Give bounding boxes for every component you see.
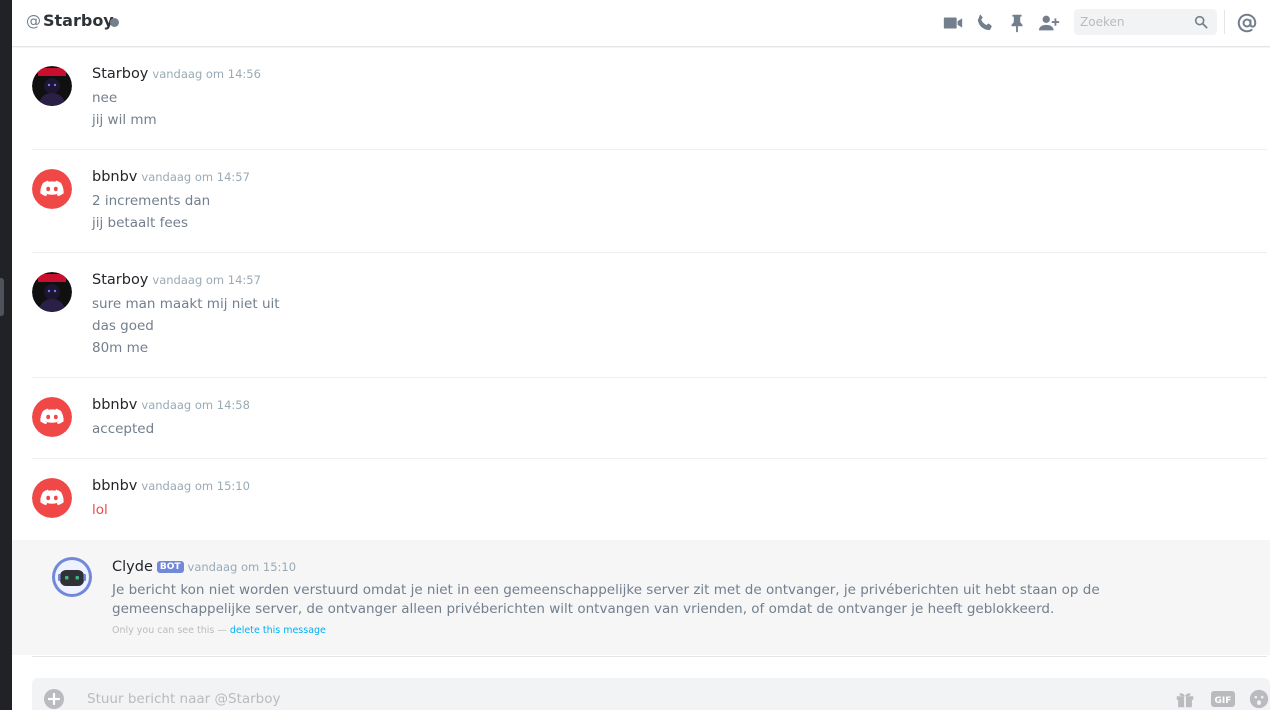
message-timestamp: vandaag om 14:58: [141, 398, 250, 412]
message-text: jij betaalt fees: [92, 215, 188, 231]
avatar-bbnbv[interactable]: [32, 397, 72, 437]
clyde-system-message: Clyde BOT vandaag om 15:10 Je bericht kon …: [12, 540, 1270, 655]
clyde-avatar[interactable]: [52, 557, 92, 597]
at-icon: @: [26, 12, 41, 30]
gif-label: GIF: [1215, 696, 1232, 706]
pinned-messages-icon[interactable]: [1006, 12, 1028, 34]
ephemeral-note: Only you can see this — delete this mess…: [112, 625, 326, 636]
upload-plus-icon[interactable]: [44, 689, 64, 709]
delete-message-link[interactable]: delete this message: [230, 625, 326, 636]
message-author[interactable]: bbnbv vandaag om 15:10: [92, 478, 250, 494]
message-author[interactable]: bbnbv vandaag om 14:58: [92, 397, 250, 413]
failed-message-text: lol: [92, 502, 108, 518]
message-divider: [32, 458, 1267, 459]
gift-icon[interactable]: [1174, 688, 1196, 710]
message-text: accepted: [92, 421, 155, 437]
message-text: nee: [92, 90, 118, 106]
channel-header: @ Starboy: [12, 0, 1270, 47]
clyde-author[interactable]: Clyde BOT vandaag om 15:10: [112, 559, 296, 575]
add-friend-icon[interactable]: [1038, 12, 1060, 34]
message-timestamp: vandaag om 14:57: [141, 170, 250, 184]
voice-call-icon[interactable]: [974, 12, 996, 34]
message-input[interactable]: [87, 690, 987, 708]
status-indicator: [110, 18, 119, 27]
message-author[interactable]: Starboy vandaag om 14:57: [92, 272, 261, 288]
gif-icon[interactable]: GIF: [1210, 688, 1236, 710]
guild-selection-pill: [0, 278, 4, 316]
channel-title: Starboy: [43, 11, 114, 30]
discord-app: @ Starboy Zoeken Starboy vandaag om 14:5…: [0, 0, 1270, 710]
guild-sidebar-edge: [0, 0, 12, 710]
bot-badge: BOT: [156, 561, 184, 573]
clyde-message-text: Je bericht kon niet worden verstuurd omd…: [112, 582, 1100, 617]
ephemeral-note-text: Only you can see this —: [112, 625, 227, 636]
author-name[interactable]: Clyde: [112, 559, 153, 575]
message-divider: [32, 252, 1267, 253]
mentions-icon[interactable]: [1236, 12, 1258, 34]
emoji-icon[interactable]: [1248, 688, 1270, 710]
author-name[interactable]: Starboy: [92, 272, 148, 288]
search-box[interactable]: [1074, 9, 1217, 35]
search-input[interactable]: [1080, 13, 1190, 31]
message-author[interactable]: bbnbv vandaag om 14:57: [92, 169, 250, 185]
message-timestamp: vandaag om 14:57: [152, 273, 261, 287]
author-name[interactable]: bbnbv: [92, 478, 137, 494]
dm-channel-view: @ Starboy Zoeken Starboy vandaag om 14:5…: [12, 0, 1270, 710]
message-text: jij wil mm: [92, 112, 157, 128]
video-call-icon[interactable]: [942, 12, 964, 34]
message-text: 80m me: [92, 340, 149, 356]
message-timestamp: vandaag om 14:56: [152, 67, 261, 81]
message-composer: GIF: [32, 678, 1270, 710]
message-timestamp: vandaag om 15:10: [187, 560, 297, 574]
avatar-bbnbv[interactable]: [32, 169, 72, 209]
author-name[interactable]: bbnbv: [92, 169, 137, 185]
message-divider: [32, 149, 1267, 150]
author-name[interactable]: bbnbv: [92, 397, 137, 413]
header-divider: [1224, 10, 1225, 34]
avatar-starboy[interactable]: [32, 272, 72, 312]
message-author[interactable]: Starboy vandaag om 14:56: [92, 66, 261, 82]
avatar-starboy[interactable]: [32, 66, 72, 106]
search-icon[interactable]: [1193, 14, 1209, 30]
composer-divider: [32, 656, 1267, 657]
message-text: 2 increments dan: [92, 193, 211, 209]
message-text: sure man maakt mij niet uit: [92, 296, 280, 312]
avatar-bbnbv[interactable]: [32, 478, 72, 518]
message-text: das goed: [92, 318, 154, 334]
author-name[interactable]: Starboy: [92, 66, 148, 82]
message-timestamp: vandaag om 15:10: [141, 479, 250, 493]
message-divider: [32, 377, 1267, 378]
